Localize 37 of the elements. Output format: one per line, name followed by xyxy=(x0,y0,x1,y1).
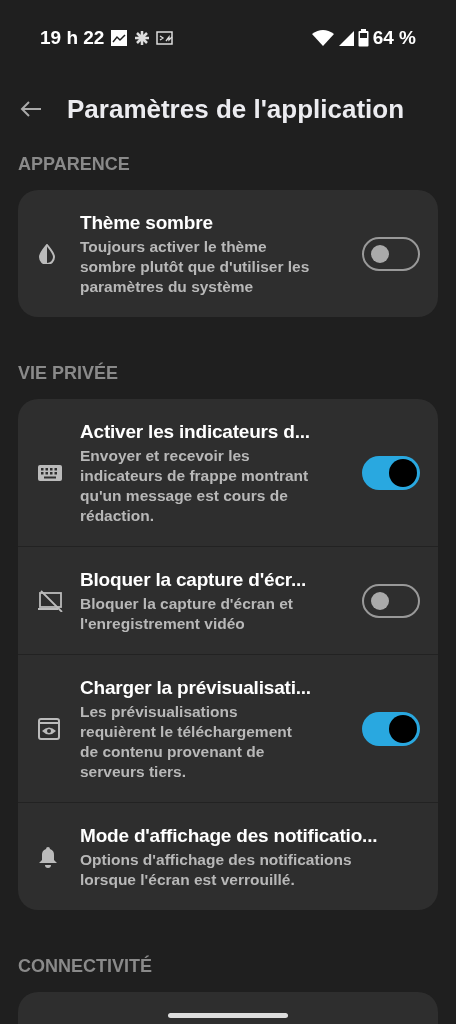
setting-description: Toujours activer le thème sombre plutôt que d'utiliser les paramètres du système xyxy=(80,237,311,297)
setting-title: Activer les indicateurs d... xyxy=(80,420,311,444)
chart-icon xyxy=(110,29,129,47)
toggle-switch[interactable] xyxy=(362,455,420,490)
contrast-icon xyxy=(38,243,56,264)
asterisk-icon xyxy=(134,30,151,46)
setting-title: Charger la prévisualisati... xyxy=(80,676,312,700)
back-icon[interactable] xyxy=(20,100,42,118)
toggle-switch[interactable] xyxy=(362,583,420,618)
wifi-icon xyxy=(311,30,334,46)
battery-icon xyxy=(357,29,369,47)
settings-row[interactable]: Mode d'affichage des notificatio... Options d'affichage des notifications lorsque l'écran est verrouillé. xyxy=(18,802,438,910)
setting-description: Bloquer la capture d'écran et l'enregistrement vidéo xyxy=(80,594,294,634)
section-header: APPARENCE xyxy=(18,153,131,176)
battery-percentage: 64 % xyxy=(372,25,416,50)
settings-row[interactable]: Thème sombre Toujours activer le thème sombre plutôt que d'utiliser les paramètres du système xyxy=(18,190,438,317)
signal-icon xyxy=(337,30,354,46)
setting-description: Les prévisualisations requièrent le téléchargement de contenu provenant de serveurs tiers. xyxy=(80,702,293,782)
setting-title: Mode d'affichage des notificatio... xyxy=(80,824,379,848)
keyboard-icon xyxy=(38,464,62,481)
no-screenshot-icon xyxy=(38,589,64,612)
setting-description: Options d'affichage des notifications lorsque l'écran est verrouillé. xyxy=(80,850,353,890)
preview-icon xyxy=(38,717,60,740)
settings-row[interactable]: Charger la prévisualisati... Les prévisualisations requièrent le téléchargement de contenu provenant de serveurs tiers. xyxy=(18,654,438,802)
toggle-switch[interactable] xyxy=(362,236,420,271)
settings-row[interactable]: Bloquer la capture d'écr... Bloquer la capture d'écran et l'enregistrement vidéo xyxy=(18,546,438,654)
page-title: Paramètres de l'application xyxy=(67,92,405,126)
bell-icon xyxy=(38,845,58,868)
clock: 19 h 22 xyxy=(40,25,105,50)
section-header: CONNECTIVITÉ xyxy=(18,954,153,978)
setting-title: Bloquer la capture d'écr... xyxy=(80,568,308,592)
section-header: VIE PRIVÉE xyxy=(18,361,120,385)
terminal-icon xyxy=(156,30,175,46)
toggle-switch[interactable] xyxy=(362,711,420,746)
setting-title: Thème sombre xyxy=(80,211,214,235)
settings-row[interactable]: Activer les indicateurs d... Envoyer et recevoir les indicateurs de frappe montrant qu'un message est cours de rédaction. xyxy=(18,399,438,546)
setting-description: Envoyer et recevoir les indicateurs de frappe montrant qu'un message est cours de rédaction. xyxy=(80,446,310,526)
